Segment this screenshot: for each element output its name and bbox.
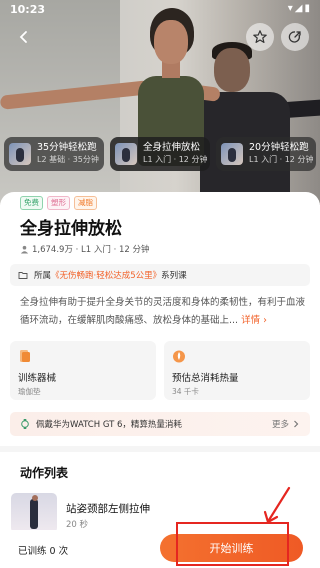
watch-icon bbox=[21, 419, 29, 429]
related-course-title: 35分钟轻松跑 bbox=[37, 142, 97, 153]
exercise-thumbnail[interactable] bbox=[11, 493, 57, 533]
calorie-label: 预估总消耗热量 bbox=[172, 373, 239, 384]
share-icon bbox=[288, 31, 301, 43]
series-link[interactable]: 《无伤畅跑·轻松达成5公里》 bbox=[51, 269, 161, 281]
description-more-link[interactable]: 详情 › bbox=[241, 315, 267, 326]
course-thumbnail bbox=[115, 143, 137, 165]
watch-more-link[interactable]: 更多 bbox=[272, 418, 300, 430]
hero-man-figure bbox=[200, 40, 320, 205]
back-arrow-icon bbox=[19, 31, 27, 43]
course-meta: 1,674.9万 · L1 入门 · 12 分钟 bbox=[20, 243, 150, 255]
related-course-card[interactable]: 35分钟轻松跑 L2 基础 · 35分钟 bbox=[4, 137, 104, 171]
exercise-list-title: 动作列表 bbox=[20, 466, 69, 480]
equipment-value: 瑜伽垫 bbox=[18, 387, 41, 396]
related-course-subtitle: L1 入门 · 12 分钟 bbox=[143, 155, 208, 164]
course-thumbnail bbox=[9, 143, 31, 165]
series-suffix: 系列课 bbox=[161, 271, 187, 281]
calorie-card: 预估总消耗热量 34 千卡 bbox=[164, 341, 310, 400]
person-icon bbox=[20, 245, 29, 254]
course-title: 全身拉伸放松 bbox=[20, 219, 122, 239]
folder-icon bbox=[18, 272, 28, 279]
related-courses-row: 35分钟轻松跑 L2 基础 · 35分钟 全身拉伸放松 L1 入门 · 12 分… bbox=[0, 137, 320, 171]
calorie-value: 34 千卡 bbox=[172, 387, 199, 396]
annotation-arrow-icon bbox=[263, 486, 291, 524]
chevron-right-icon bbox=[294, 420, 299, 428]
yoga-mat-icon bbox=[20, 350, 30, 362]
calorie-icon bbox=[173, 350, 185, 363]
status-icons: ▾◢▮ bbox=[287, 3, 312, 14]
series-row[interactable]: 所属 《无伤畅跑·轻松达成5公里》 系列课 bbox=[10, 264, 310, 286]
related-course-title: 20分钟轻松跑 bbox=[249, 142, 309, 153]
star-icon bbox=[253, 30, 267, 43]
status-bar: 10:23 ▾◢▮ bbox=[0, 0, 320, 20]
status-time: 10:23 bbox=[10, 3, 46, 16]
equipment-label: 训练器械 bbox=[18, 373, 57, 384]
trained-count: 已训练 0 次 bbox=[18, 546, 69, 557]
tag-free: 免费 bbox=[20, 196, 43, 210]
related-course-title: 全身拉伸放松 bbox=[143, 142, 201, 153]
related-course-subtitle: L1 入门 · 12 分钟 bbox=[249, 155, 314, 164]
watch-banner-text: 佩戴华为WATCH GT 6，精算热量消耗 bbox=[36, 420, 182, 430]
course-meta-text: 1,674.9万 · L1 入门 · 12 分钟 bbox=[32, 245, 150, 255]
equipment-card: 训练器械 瑜伽垫 bbox=[10, 341, 156, 400]
exercise-duration: 20 秒 bbox=[66, 520, 89, 530]
back-button[interactable] bbox=[10, 23, 38, 51]
share-button[interactable] bbox=[281, 23, 309, 51]
related-course-subtitle: L2 基础 · 35分钟 bbox=[37, 155, 99, 164]
favorite-button[interactable] bbox=[246, 23, 274, 51]
related-course-card-active[interactable]: 全身拉伸放松 L1 入门 · 12 分钟 bbox=[110, 137, 210, 171]
section-divider bbox=[0, 446, 320, 452]
tag-fat-loss: 减脂 bbox=[74, 196, 97, 210]
course-thumbnail bbox=[221, 143, 243, 165]
related-course-card[interactable]: 20分钟轻松跑 L1 入门 · 12 分钟 bbox=[216, 137, 316, 171]
hero-woman-figure bbox=[0, 8, 221, 205]
watch-banner[interactable]: 佩戴华为WATCH GT 6，精算热量消耗 更多 bbox=[10, 412, 310, 436]
series-prefix: 所属 bbox=[34, 271, 52, 281]
course-tags: 免费 塑形 减脂 bbox=[20, 196, 97, 210]
tag-shaping: 塑形 bbox=[47, 196, 70, 210]
exercise-name[interactable]: 站姿颈部左侧拉伸 bbox=[66, 501, 150, 516]
annotation-highlight-box bbox=[176, 522, 289, 566]
course-description: 全身拉伸有助于提升全身关节的灵活度和身体的柔韧性，有利于血液循环流动，在缓解肌肉… bbox=[20, 294, 305, 330]
